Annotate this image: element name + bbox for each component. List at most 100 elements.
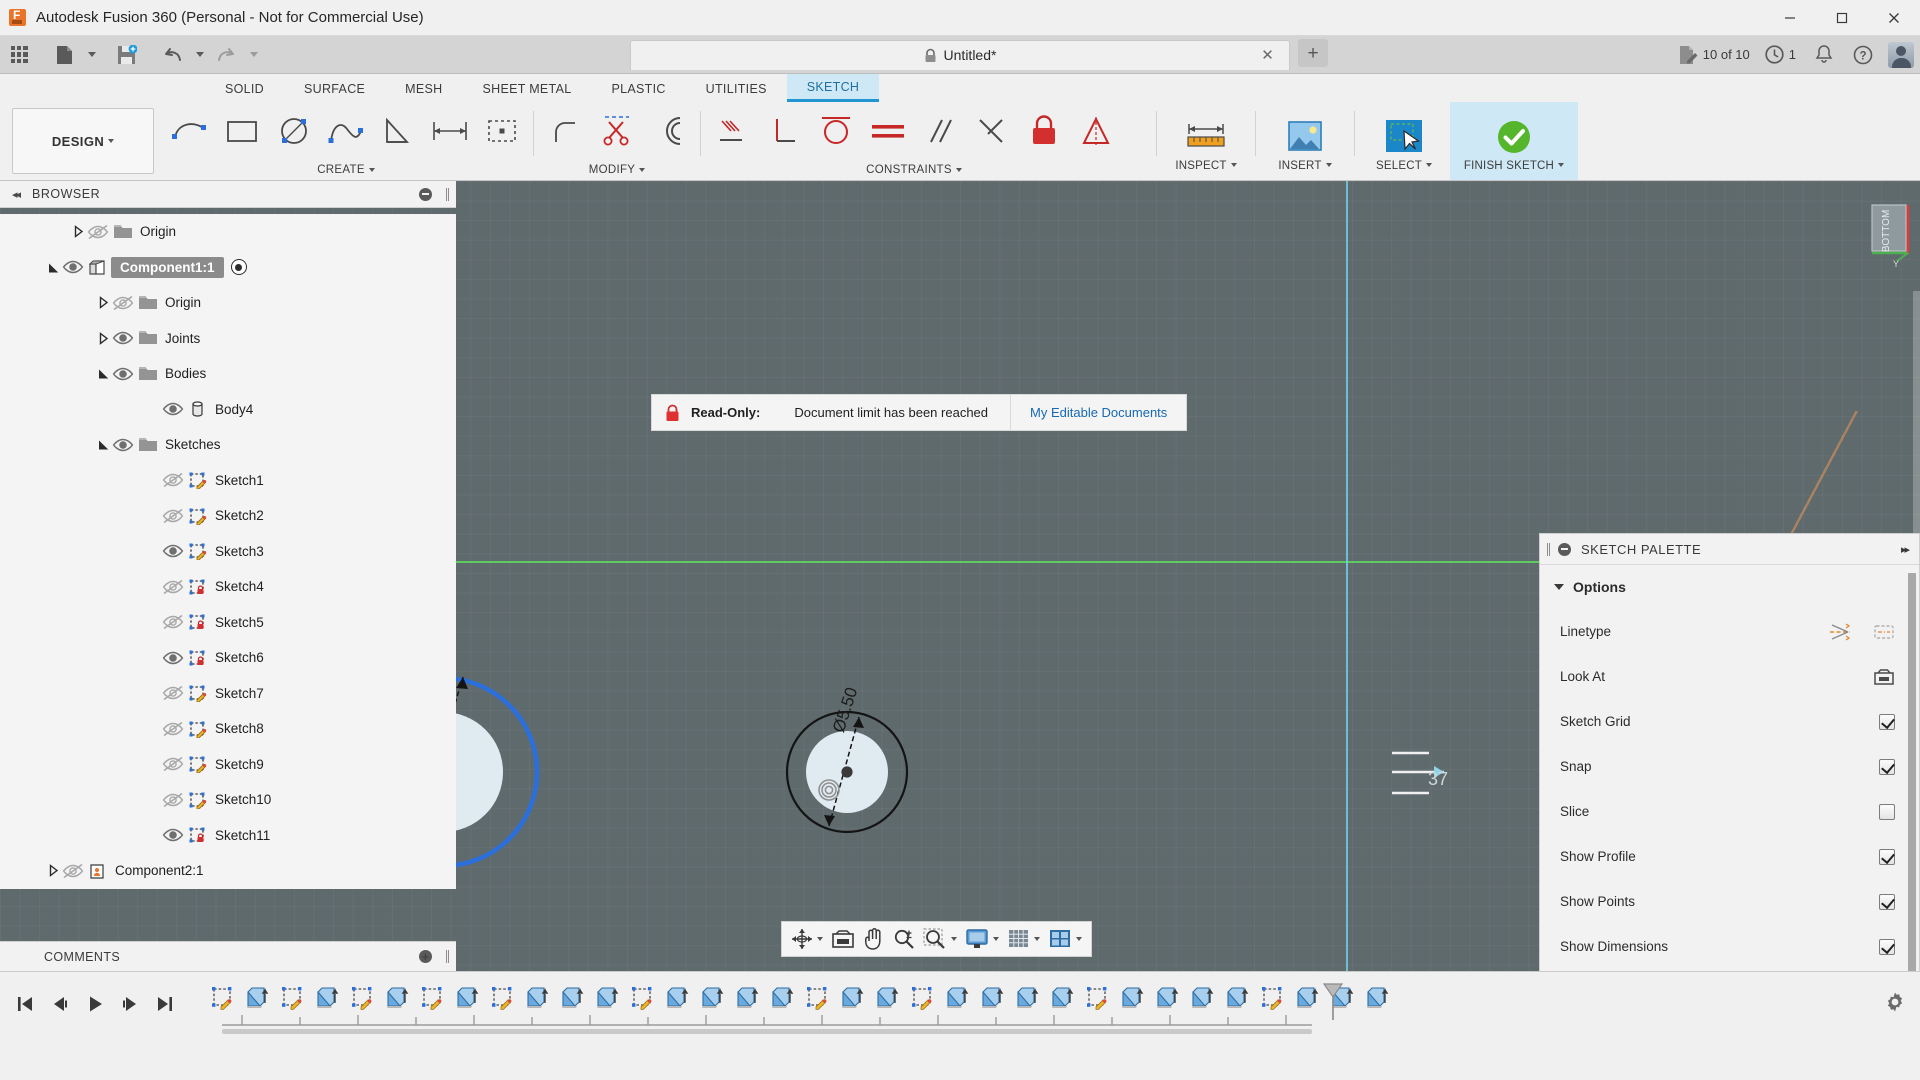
- extrude-feature-icon[interactable]: [554, 981, 589, 1015]
- finish-sketch-button[interactable]: FINISH SKETCH: [1450, 102, 1578, 180]
- extrude-feature-icon[interactable]: [834, 981, 869, 1015]
- horizontal-vertical-icon[interactable]: [706, 105, 758, 157]
- sketch-feature-icon[interactable]: [624, 981, 659, 1015]
- undo-dropdown[interactable]: [191, 40, 207, 70]
- perpendicular-icon[interactable]: [758, 105, 810, 157]
- minimize-button[interactable]: [1764, 0, 1816, 36]
- eye-visible-icon[interactable]: [161, 541, 185, 561]
- palette-row-slice[interactable]: Slice: [1540, 789, 1919, 834]
- eye-hidden-icon[interactable]: [161, 719, 185, 739]
- question-mark-icon[interactable]: ?: [1846, 40, 1880, 70]
- workspace-selector[interactable]: DESIGN: [12, 108, 154, 174]
- chamfer-feature-icon[interactable]: [694, 981, 729, 1015]
- bell-icon[interactable]: [1807, 40, 1841, 70]
- editable-documents-status[interactable]: 10 of 10: [1672, 41, 1756, 69]
- palette-row-sketch-grid[interactable]: Sketch Grid: [1540, 699, 1919, 744]
- sphere-feature-icon[interactable]: [869, 981, 904, 1015]
- eye-hidden-icon[interactable]: [86, 222, 110, 242]
- centerline-icon[interactable]: [1873, 623, 1895, 641]
- maximize-button[interactable]: [1816, 0, 1868, 36]
- browser-item-sketch10[interactable]: Sketch10: [0, 782, 456, 818]
- sketch-feature-icon[interactable]: [904, 981, 939, 1015]
- sketch-feature-icon[interactable]: [414, 981, 449, 1015]
- palette-row-show-dimensions[interactable]: Show Dimensions: [1540, 924, 1919, 969]
- palette-row-show-profile[interactable]: Show Profile: [1540, 834, 1919, 879]
- tab-plastic[interactable]: PLASTIC: [591, 76, 685, 102]
- twist-collapsed-icon[interactable]: [96, 295, 111, 310]
- tab-solid[interactable]: SOLID: [205, 76, 284, 102]
- ribbon-group-create-label[interactable]: CREATE: [162, 160, 530, 180]
- redo-dropdown[interactable]: [245, 40, 261, 70]
- fix-lock-icon[interactable]: [1018, 105, 1070, 157]
- close-tab-icon[interactable]: ✕: [1259, 47, 1276, 64]
- eye-visible-icon[interactable]: [111, 364, 135, 384]
- twist-expanded-icon[interactable]: [46, 260, 61, 275]
- palette-row-look-at[interactable]: Look At: [1540, 654, 1919, 699]
- sketch-feature-icon[interactable]: [274, 981, 309, 1015]
- sketch-feature-icon[interactable]: [204, 981, 239, 1015]
- timeline-scrollbar[interactable]: [222, 1029, 1312, 1034]
- browser-item-sketch7[interactable]: Sketch7: [0, 675, 456, 711]
- equal-icon[interactable]: [862, 105, 914, 157]
- look-at-icon[interactable]: [827, 923, 859, 955]
- comments-grip[interactable]: [446, 950, 449, 963]
- eye-visible-icon[interactable]: [161, 825, 185, 845]
- rib-feature-icon[interactable]: [1044, 981, 1079, 1015]
- display-settings-icon[interactable]: [961, 923, 1003, 955]
- browser-item-sketch2[interactable]: Sketch2: [0, 498, 456, 534]
- ribbon-group-constraints-label[interactable]: CONSTRAINTS: [704, 160, 1124, 180]
- user-avatar[interactable]: [1888, 41, 1914, 68]
- show-dimensions-checkbox[interactable]: [1879, 938, 1895, 955]
- eye-hidden-icon[interactable]: [61, 861, 85, 881]
- options-section-header[interactable]: Options: [1540, 565, 1919, 609]
- eye-visible-icon[interactable]: [161, 648, 185, 668]
- extrude-feature-icon[interactable]: [309, 981, 344, 1015]
- browser-item-sketch6[interactable]: Sketch6: [0, 640, 456, 676]
- palette-row-snap[interactable]: Snap: [1540, 744, 1919, 789]
- grid-snap-icon[interactable]: [1003, 923, 1044, 955]
- midpoint-icon[interactable]: [966, 105, 1018, 157]
- step-back-icon[interactable]: [45, 989, 75, 1019]
- twist-collapsed-icon[interactable]: [46, 863, 61, 878]
- palette-row-show-points[interactable]: Show Points: [1540, 879, 1919, 924]
- viewport[interactable]: Ø9.00 Ø5.50 37 BOTTOM Y ◂◂ BROWSER Origi…: [0, 181, 1920, 971]
- sketch-feature-icon[interactable]: [1254, 981, 1289, 1015]
- eye-visible-icon[interactable]: [111, 435, 135, 455]
- minus-circle-icon[interactable]: [1558, 542, 1571, 556]
- browser-item-sketch11[interactable]: Sketch11: [0, 817, 456, 853]
- triangle-polygon-icon[interactable]: [372, 105, 424, 157]
- browser-item-component1-1[interactable]: Component1:1: [0, 249, 456, 285]
- palette-row-show-constraints[interactable]: Show Constraints: [1540, 969, 1919, 971]
- twist-expanded-icon[interactable]: [96, 366, 111, 381]
- select-button[interactable]: SELECT: [1358, 102, 1450, 180]
- sketch-feature-icon[interactable]: [799, 981, 834, 1015]
- tab-mesh[interactable]: MESH: [385, 76, 462, 102]
- browser-item-sketch9[interactable]: Sketch9: [0, 746, 456, 782]
- browser-item-origin[interactable]: Origin: [0, 285, 456, 321]
- rectangle-icon[interactable]: [216, 105, 268, 157]
- eye-hidden-icon[interactable]: [161, 612, 185, 632]
- eye-visible-icon[interactable]: [161, 399, 185, 419]
- eye-hidden-icon[interactable]: [161, 577, 185, 597]
- spline-icon[interactable]: [320, 105, 372, 157]
- new-tab-button[interactable]: +: [1298, 39, 1328, 67]
- plus-circle-icon[interactable]: +: [419, 950, 432, 963]
- tab-surface[interactable]: SURFACE: [284, 76, 385, 102]
- browser-item-sketch1[interactable]: Sketch1: [0, 462, 456, 498]
- tab-utilities[interactable]: UTILITIES: [686, 76, 787, 102]
- extrude-feature-icon[interactable]: [379, 981, 414, 1015]
- comments-panel[interactable]: COMMENTS +: [0, 941, 456, 971]
- dimension-label-partial[interactable]: 37: [1428, 769, 1448, 790]
- tangent-icon[interactable]: [810, 105, 862, 157]
- eye-hidden-icon[interactable]: [111, 293, 135, 313]
- show-profile-checkbox[interactable]: [1879, 848, 1895, 865]
- eye-hidden-icon[interactable]: [161, 506, 185, 526]
- symmetry-icon[interactable]: [1070, 105, 1122, 157]
- extrude-feature-icon[interactable]: [449, 981, 484, 1015]
- app-grid-icon[interactable]: [2, 40, 36, 70]
- zoom-window-icon[interactable]: [919, 923, 961, 955]
- point-icon[interactable]: [476, 105, 528, 157]
- extrude-feature-icon[interactable]: [1289, 981, 1324, 1015]
- expand-right-arrows-icon[interactable]: ▸▸: [1901, 543, 1910, 556]
- circle-icon[interactable]: [268, 105, 320, 157]
